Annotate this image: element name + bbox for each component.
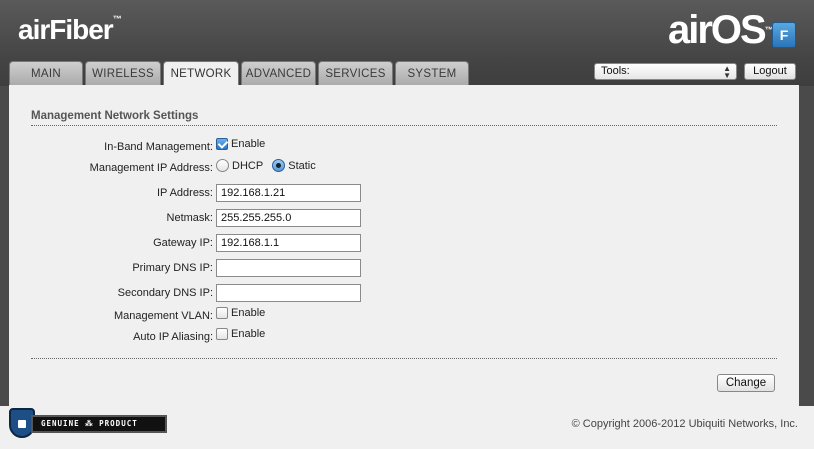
- gateway-input[interactable]: 192.168.1.1: [216, 234, 361, 252]
- row-auto-ip-aliasing: Auto IP Aliasing: Enable: [9, 328, 799, 348]
- mgmt-vlan-label: Management VLAN:: [113, 310, 213, 322]
- gateway-label: Gateway IP:: [153, 237, 213, 249]
- secondary-dns-input[interactable]: [216, 284, 361, 302]
- change-button[interactable]: Change: [717, 374, 775, 392]
- tab-services[interactable]: SERVICES: [318, 61, 393, 86]
- inband-label: In-Band Management:: [104, 141, 213, 153]
- ip-address-input[interactable]: 192.168.1.21: [216, 184, 361, 202]
- mgmt-vlan-checkbox[interactable]: [216, 307, 228, 320]
- auto-ip-control: Enable: [216, 328, 266, 341]
- row-ip-address: IP Address: 192.168.1.21: [9, 184, 799, 204]
- airos-logo: airOS™: [668, 8, 774, 52]
- logout-button[interactable]: Logout: [744, 63, 796, 80]
- row-management-ip: Management IP Address: DHCP Static: [9, 159, 799, 179]
- airfiber-logo: airFiber™: [18, 14, 122, 46]
- secondary-dns-label: Secondary DNS IP:: [117, 287, 213, 299]
- copyright-text: © Copyright 2006-2012 Ubiquiti Networks,…: [571, 418, 798, 430]
- airos-name: airOS: [668, 8, 767, 52]
- footer: GENUINE ⁂ PRODUCT © Copyright 2006-2012 …: [0, 406, 814, 449]
- ip-address-label: IP Address:: [156, 187, 213, 199]
- netmask-label: Netmask:: [166, 212, 213, 224]
- row-primary-dns: Primary DNS IP:: [9, 259, 799, 279]
- mgmt-vlan-control: Enable: [216, 307, 266, 320]
- auto-ip-checkbox[interactable]: [216, 328, 228, 341]
- mgmt-ip-label: Management IP Address:: [89, 162, 213, 174]
- row-management-vlan: Management VLAN: Enable: [9, 307, 799, 327]
- primary-dns-input[interactable]: [216, 259, 361, 277]
- tools-selected: Tools:: [601, 65, 630, 77]
- updown-arrows-icon: ▲ ▼: [723, 64, 731, 80]
- static-radio[interactable]: [272, 159, 286, 172]
- section-title: Management Network Settings: [31, 110, 199, 122]
- brand-name: airFiber: [18, 14, 114, 45]
- mgmt-vlan-option-label: Enable: [231, 307, 266, 320]
- tab-main[interactable]: MAIN: [9, 61, 83, 86]
- static-label: Static: [288, 159, 316, 172]
- brand-tm: ™: [112, 14, 122, 24]
- tab-network[interactable]: NETWORK: [163, 61, 239, 87]
- tools-dropdown[interactable]: Tools: ▲ ▼: [594, 63, 737, 80]
- tab-system[interactable]: SYSTEM: [395, 61, 469, 86]
- auto-ip-label: Auto IP Aliasing:: [133, 331, 213, 343]
- airos-f-badge: F: [772, 22, 796, 48]
- row-netmask: Netmask: 255.255.255.0: [9, 209, 799, 229]
- main-content: Management Network Settings In-Band Mana…: [9, 85, 799, 406]
- divider-top: [31, 125, 777, 126]
- genuine-product-badge: GENUINE ⁂ PRODUCT: [9, 408, 167, 438]
- auto-ip-option-label: Enable: [231, 328, 266, 341]
- genuine-product-text: GENUINE ⁂ PRODUCT: [31, 415, 167, 433]
- netmask-input[interactable]: 255.255.255.0: [216, 209, 361, 227]
- inband-option-label: Enable: [231, 138, 266, 151]
- inband-checkbox[interactable]: [216, 138, 228, 151]
- divider-bottom: [31, 358, 777, 359]
- row-gateway: Gateway IP: 192.168.1.1: [9, 234, 799, 254]
- tab-advanced[interactable]: ADVANCED: [241, 61, 316, 86]
- tab-wireless[interactable]: WIRELESS: [85, 61, 161, 86]
- dhcp-label: DHCP: [232, 159, 264, 172]
- dhcp-radio[interactable]: [216, 159, 229, 172]
- app-root: airFiber™ airOS™ F MAIN WIRELESS NETWORK…: [0, 0, 814, 449]
- primary-dns-label: Primary DNS IP:: [132, 262, 213, 274]
- mgmt-ip-control: DHCP Static: [216, 159, 316, 172]
- header: airFiber™ airOS™ F MAIN WIRELESS NETWORK…: [0, 0, 814, 87]
- inband-control: Enable: [216, 138, 266, 151]
- row-secondary-dns: Secondary DNS IP:: [9, 284, 799, 304]
- row-inband-management: In-Band Management: Enable: [9, 138, 799, 158]
